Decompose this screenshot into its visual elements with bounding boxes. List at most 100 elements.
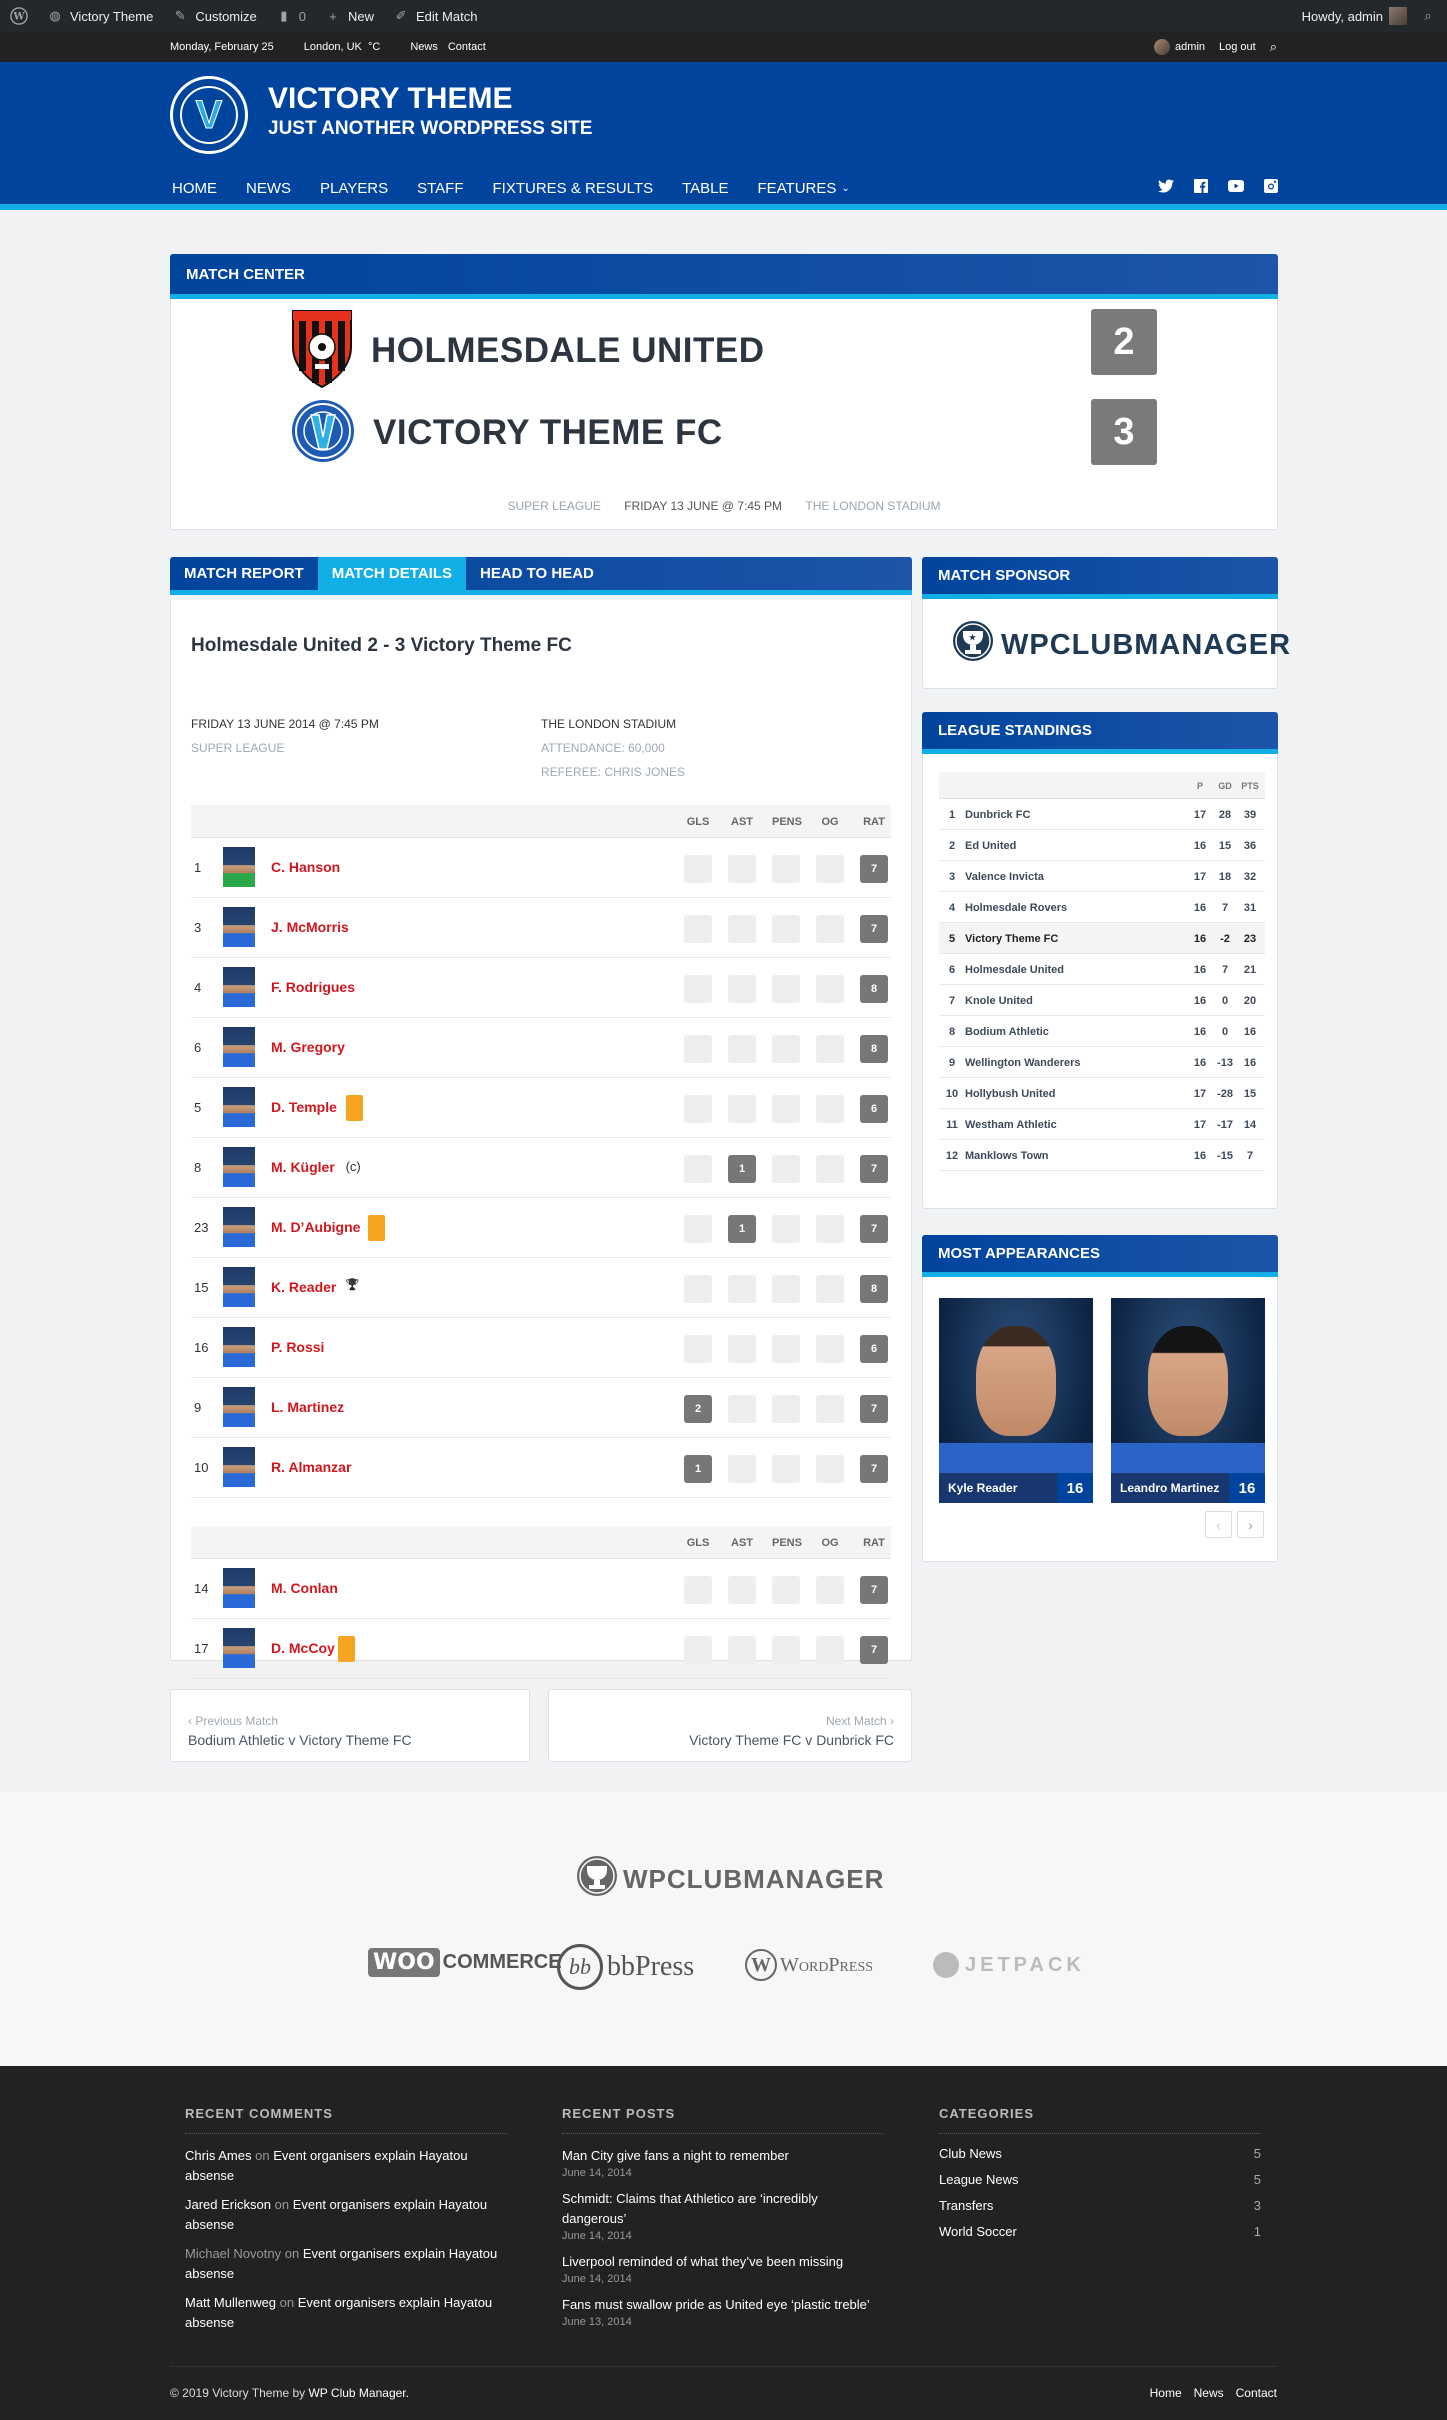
admin-bar-customize[interactable]: ✎ Customize — [171, 7, 257, 25]
standings-row[interactable]: 10 Hollybush United 17 -28 15 — [939, 1078, 1265, 1109]
player-name-link[interactable]: M. Gregory — [271, 1039, 345, 1055]
admin-bar-edit-match[interactable]: ✐ Edit Match — [392, 7, 478, 25]
nav-features[interactable]: FEATURES ⌄ — [757, 180, 849, 197]
footer-link-news[interactable]: News — [1194, 2386, 1224, 2400]
standings-row[interactable]: 7 Knole United 16 0 20 — [939, 985, 1265, 1016]
facebook-icon[interactable] — [1193, 178, 1209, 194]
search-icon[interactable]: ⌕ — [1419, 7, 1437, 25]
competition-link[interactable]: SUPER LEAGUE — [508, 499, 601, 513]
player-name-link[interactable]: J. McMorris — [271, 919, 349, 935]
standing-team[interactable]: Manklows Town — [965, 1150, 1049, 1162]
nav-news[interactable]: NEWS — [246, 180, 291, 197]
player-name-link[interactable]: D. Temple — [271, 1099, 337, 1115]
carousel-prev-button[interactable]: ‹ — [1205, 1511, 1232, 1538]
standing-team[interactable]: Westham Athletic — [965, 1119, 1057, 1131]
player-name-link[interactable]: K. Reader — [271, 1279, 336, 1295]
player-name-link[interactable]: P. Rossi — [271, 1339, 324, 1355]
standing-team[interactable]: Victory Theme FC — [965, 933, 1058, 945]
nav-players[interactable]: PLAYERS — [320, 180, 388, 197]
next-match-link[interactable]: Next Match › Victory Theme FC v Dunbrick… — [548, 1689, 912, 1762]
instagram-icon[interactable] — [1263, 178, 1279, 194]
tab-head-to-head[interactable]: HEAD TO HEAD — [466, 557, 608, 590]
nav-fixtures-results[interactable]: FIXTURES & RESULTS — [492, 180, 653, 197]
tab-match-report[interactable]: MATCH REPORT — [170, 557, 318, 590]
wordpress-logo[interactable]: W WordPress — [745, 1949, 873, 1981]
admin-bar-site-link[interactable]: ◍ Victory Theme — [46, 7, 153, 25]
category-name[interactable]: Club News — [939, 2146, 1002, 2161]
category-name[interactable]: World Soccer — [939, 2224, 1017, 2239]
match-venue[interactable]: THE LONDON STADIUM — [541, 717, 676, 731]
standings-row[interactable]: 12 Manklows Town 16 -15 7 — [939, 1140, 1265, 1171]
standings-row[interactable]: 1 Dunbrick FC 17 28 39 — [939, 799, 1265, 830]
category-item[interactable]: Club News 5 — [939, 2146, 1261, 2161]
wordpress-logo-button[interactable]: W — [10, 7, 28, 25]
appearance-card[interactable]: Kyle Reader 16 — [939, 1298, 1093, 1503]
player-name-link[interactable]: L. Martinez — [271, 1399, 344, 1415]
standings-row[interactable]: 3 Valence Invicta 17 18 32 — [939, 861, 1265, 892]
standing-team[interactable]: Holmesdale Rovers — [965, 902, 1067, 914]
standings-row[interactable]: 6 Holmesdale United 16 7 21 — [939, 954, 1265, 985]
admin-bar-comments[interactable]: ▮ 0 — [275, 7, 306, 25]
recent-post-link[interactable]: Schmidt: Claims that Athletico are ‘incr… — [562, 2189, 884, 2229]
nav-staff[interactable]: STAFF — [417, 180, 463, 197]
away-team[interactable]: VICTORY THEME FC — [291, 399, 723, 466]
club-logo[interactable]: V — [170, 76, 248, 154]
wp-club-manager-link[interactable]: WP Club Manager. — [308, 2386, 409, 2400]
sponsor-logo[interactable]: ★ WPCLUBMANAGER — [951, 619, 1291, 671]
site-title[interactable]: VICTORY THEME — [268, 82, 512, 116]
footer-link-home[interactable]: Home — [1150, 2386, 1182, 2400]
recent-post-link[interactable]: Fans must swallow pride as United eye ‘p… — [562, 2295, 884, 2315]
player-name-link[interactable]: M. D’Aubigne — [271, 1219, 360, 1235]
user-link[interactable]: admin — [1154, 39, 1205, 55]
comment-author[interactable]: Chris Ames — [185, 2148, 251, 2163]
standing-team[interactable]: Holmesdale United — [965, 964, 1064, 976]
comment-author[interactable]: Matt Mullenweg — [185, 2295, 276, 2310]
standings-row[interactable]: 4 Holmesdale Rovers 16 7 31 — [939, 892, 1265, 923]
standing-team[interactable]: Dunbrick FC — [965, 809, 1030, 821]
jetpack-logo[interactable]: JETPACK — [933, 1952, 1085, 1978]
player-name-link[interactable]: F. Rodrigues — [271, 979, 355, 995]
top-link-contact[interactable]: Contact — [448, 41, 486, 53]
standing-team[interactable]: Bodium Athletic — [965, 1026, 1049, 1038]
nav-home[interactable]: HOME — [172, 180, 217, 197]
bbpress-logo[interactable]: bb bbPress — [557, 1944, 694, 1990]
category-item[interactable]: World Soccer 1 — [939, 2224, 1261, 2239]
player-name-link[interactable]: C. Hanson — [271, 859, 340, 875]
top-link-news[interactable]: News — [410, 41, 438, 53]
youtube-icon[interactable] — [1228, 178, 1244, 194]
standings-row[interactable]: 8 Bodium Athletic 16 0 16 — [939, 1016, 1265, 1047]
logout-link[interactable]: Log out — [1219, 41, 1256, 53]
appearance-card[interactable]: Leandro Martinez 16 — [1111, 1298, 1265, 1503]
home-team[interactable]: HOLMESDALE UNITED — [291, 309, 765, 392]
standing-team[interactable]: Ed United — [965, 840, 1016, 852]
player-name-link[interactable]: M. Conlan — [271, 1580, 338, 1596]
player-name-link[interactable]: M. Kügler — [271, 1159, 335, 1175]
carousel-next-button[interactable]: › — [1237, 1511, 1264, 1538]
nav-table[interactable]: TABLE — [682, 180, 728, 197]
standings-row[interactable]: 9 Wellington Wanderers 16 -13 16 — [939, 1047, 1265, 1078]
standing-team[interactable]: Knole United — [965, 995, 1033, 1007]
twitter-icon[interactable] — [1158, 178, 1174, 194]
admin-bar-new[interactable]: + New — [324, 7, 374, 25]
recent-post-link[interactable]: Liverpool reminded of what they’ve been … — [562, 2252, 884, 2272]
category-item[interactable]: League News 5 — [939, 2172, 1261, 2187]
player-name-link[interactable]: D. McCoy — [271, 1640, 335, 1656]
standing-team[interactable]: Valence Invicta — [965, 871, 1044, 883]
admin-bar-account[interactable]: Howdy, admin — [1302, 7, 1407, 25]
standing-team[interactable]: Wellington Wanderers — [965, 1057, 1081, 1069]
standings-row[interactable]: 2 Ed United 16 15 36 — [939, 830, 1265, 861]
top-search-icon[interactable]: ⌕ — [1270, 39, 1277, 55]
tab-match-details[interactable]: MATCH DETAILS — [317, 557, 466, 590]
venue-link[interactable]: THE LONDON STADIUM — [805, 499, 940, 513]
standings-row[interactable]: 5 Victory Theme FC 16 -2 23 — [939, 923, 1265, 954]
woocommerce-logo[interactable]: WOO COMMERCE — [368, 1948, 562, 1977]
previous-match-link[interactable]: ‹ Previous Match Bodium Athletic v Victo… — [170, 1689, 530, 1762]
category-item[interactable]: Transfers 3 — [939, 2198, 1261, 2213]
footer-link-contact[interactable]: Contact — [1236, 2386, 1277, 2400]
recent-post-link[interactable]: Man City give fans a night to remember — [562, 2146, 884, 2166]
standings-row[interactable]: 11 Westham Athletic 17 -17 14 — [939, 1109, 1265, 1140]
category-name[interactable]: League News — [939, 2172, 1019, 2187]
comment-author[interactable]: Jared Erickson — [185, 2197, 271, 2212]
category-name[interactable]: Transfers — [939, 2198, 993, 2213]
match-competition[interactable]: SUPER LEAGUE — [191, 741, 284, 755]
